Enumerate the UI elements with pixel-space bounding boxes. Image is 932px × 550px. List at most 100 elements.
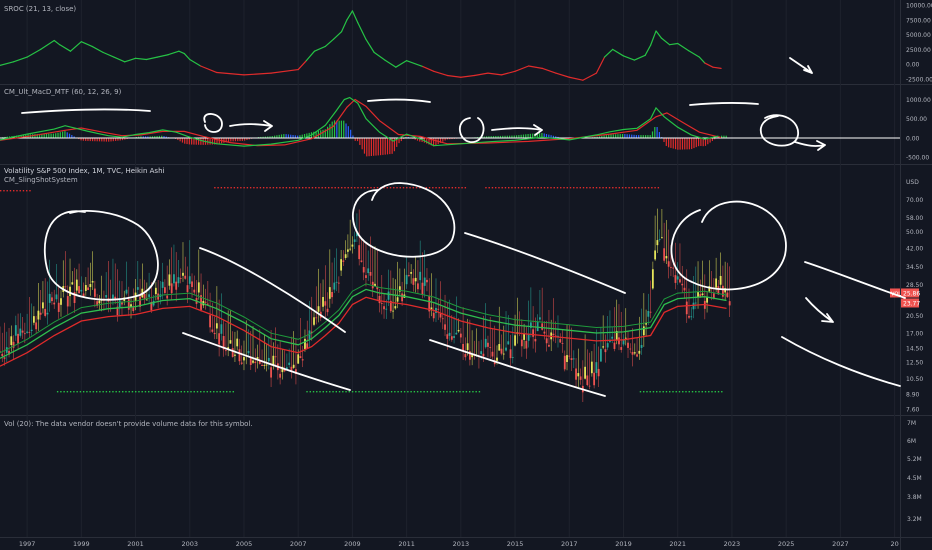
candle-body [719,275,722,285]
signal-dot-red [464,187,467,189]
signal-dot-green [643,391,645,393]
macd-histogram-bar [610,134,612,138]
candle-body [322,296,324,307]
candle-body [378,295,381,304]
signal-dot-green [348,391,351,393]
candle-body [186,285,189,293]
signal-dot-green [394,391,396,393]
candle-body [292,364,295,368]
candle-body [175,281,178,290]
candle-body [349,248,352,250]
signal-dot-green [329,391,331,393]
signal-dot-green [688,391,690,393]
signal-dot-red [298,187,301,189]
macd-histogram-bar [677,137,679,150]
candle-body [464,354,467,358]
candle-body [304,338,306,350]
candle-body [55,294,58,300]
macd-histogram-bar [345,123,347,138]
candle-body [466,343,469,350]
signal-dot-red [569,187,572,189]
macd-histogram-bar [363,137,366,154]
signal-dot-green [89,391,91,393]
signal-dot-green [183,391,186,393]
candle-body [84,285,87,291]
sroc-line-segment [633,54,646,61]
signal-dot-green [167,391,169,393]
signal-dot-red [220,187,223,189]
candle-body [412,278,415,285]
candle-body [484,338,487,348]
signal-dot-red [438,187,441,189]
annotation-arrow [229,120,273,132]
signal-dot-green [322,391,324,393]
signal-dot-green [56,391,59,393]
candle-body [105,295,108,298]
macd-histogram-bar [108,137,110,142]
signal-dot-red [223,187,226,189]
sroc-line-segment [514,65,530,72]
candle-body [136,287,139,290]
candle-body [351,244,354,247]
candle-body [676,276,679,280]
candle-body [75,279,78,291]
macd-histogram-bar [386,137,389,155]
macd-histogram-bar [52,133,55,138]
signal-dot-red [628,187,630,189]
signal-dot-green [478,391,481,393]
candle-body [414,277,417,282]
signal-dot-green [325,391,328,393]
signal-dot-red [445,187,447,189]
candle-body [60,298,62,305]
price-y-tick: 12.50 [906,360,923,367]
ema-line-2 [0,283,727,354]
macd-histogram-bar [709,137,711,143]
x-tick-label: 2027 [832,540,849,548]
candle-body [145,299,148,301]
signal-dot-green [196,391,199,393]
signal-dot-red [272,187,275,189]
candle-body [523,333,525,340]
candle-body [225,350,227,352]
candle-body [340,259,343,271]
sroc-line-segment [305,50,316,62]
signal-dot-green [157,391,160,393]
candle-body [631,351,634,355]
macd-histogram-bar [98,137,101,142]
candle-body [392,310,394,312]
candle-body [166,295,169,299]
signal-dot-green [455,391,458,393]
sroc-line-segment [704,62,714,68]
y-axis: 10000.00 7500.00 5000.00 2500.00 0.00 -2500.0… [890,2,932,523]
x-tick-label: 2025 [778,540,795,548]
macd-histogram-bar [658,132,661,138]
signal-dot-red [448,187,450,189]
signal-dot-red [0,190,2,192]
signal-dot-red [508,187,510,189]
signal-dot-green [669,391,671,393]
signal-dot-red [256,187,258,189]
sroc-line-segment [622,55,635,61]
signal-dot-green [161,391,163,393]
signal-dot-green [652,391,655,393]
candle-body [552,333,555,336]
signal-dot-red [285,187,288,189]
signal-dot-red [16,190,18,192]
signal-dot-red [217,187,219,189]
sroc-line-segment [167,50,180,56]
sroc-line-segment [183,52,191,61]
signal-dot-red [573,187,575,189]
candle-body [419,271,422,281]
signal-dot-green [426,391,429,393]
macd-histogram-bar [373,137,375,156]
candle-body [44,308,47,316]
candle-body [234,354,236,356]
candle-body [23,333,26,335]
annotation-circle [351,182,456,258]
signal-dot-green [174,391,176,393]
candle-body [98,300,101,304]
signal-dot-red [402,187,405,189]
macd-histogram-bar [663,137,665,143]
macd-histogram-bar [57,132,59,138]
candle-body [566,355,568,362]
